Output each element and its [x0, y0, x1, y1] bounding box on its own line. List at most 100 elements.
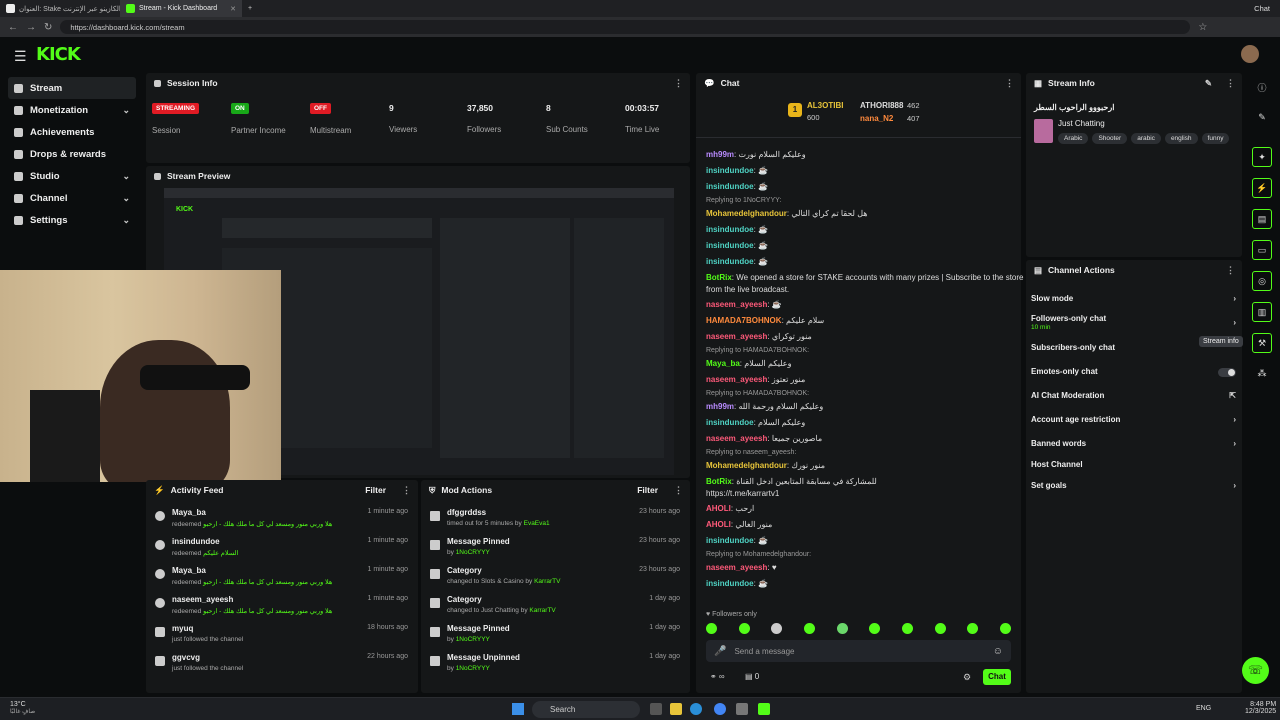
- gift-icon[interactable]: ⚭ ∞: [710, 672, 725, 681]
- toggle-switch[interactable]: [1218, 368, 1236, 377]
- action-banned-words[interactable]: Banned words ›: [1031, 439, 1236, 448]
- tag[interactable]: english: [1164, 133, 1198, 144]
- chat-username[interactable]: insindundoe: [706, 182, 754, 191]
- layout-icon[interactable]: ▥: [1252, 302, 1272, 322]
- chat-message[interactable]: insindundoe: ☕: [706, 257, 768, 266]
- chat-message[interactable]: mh99m: وعليكم السلام نورت: [706, 150, 806, 159]
- chat-message[interactable]: AHOLI: منور الغالي: [706, 520, 772, 529]
- chat-username[interactable]: naseem_ayeesh: [706, 434, 767, 443]
- action-slow-mode[interactable]: Slow mode ›: [1031, 294, 1236, 303]
- forward-icon[interactable]: →: [26, 22, 36, 33]
- chat-message[interactable]: insindundoe: ☕: [706, 579, 768, 588]
- clock[interactable]: 8:48 PM 12/3/2025: [1245, 701, 1276, 715]
- chat-message[interactable]: insindundoe: ☕: [706, 241, 768, 250]
- calculator-icon[interactable]: [736, 703, 748, 715]
- emote-icon[interactable]: [771, 623, 783, 634]
- action-followers-only[interactable]: Followers-only chat 10 min ›: [1031, 314, 1236, 331]
- chat-message[interactable]: insindundoe: وعليكم السلام: [706, 418, 805, 427]
- more-icon[interactable]: ⋮: [402, 485, 411, 496]
- close-icon[interactable]: ✕: [230, 5, 236, 13]
- chat-username[interactable]: BotRix: [706, 477, 732, 486]
- emote-icon[interactable]: [934, 623, 946, 634]
- chat-message[interactable]: insindundoe: ☕: [706, 536, 768, 545]
- chat-username[interactable]: naseem_ayeesh: [706, 332, 767, 341]
- back-icon[interactable]: ←: [8, 22, 18, 33]
- emote-icon[interactable]: [738, 623, 750, 634]
- wrench-icon[interactable]: ⚒: [1252, 333, 1272, 353]
- emote-icon[interactable]: [901, 623, 913, 634]
- chat-username[interactable]: insindundoe: [706, 257, 754, 266]
- chat-settings-icon[interactable]: ⚙: [963, 672, 971, 683]
- chat-message[interactable]: insindundoe: ☕: [706, 166, 768, 175]
- info-icon[interactable]: ⓘ: [1252, 77, 1272, 97]
- sidebar-item-settings[interactable]: Settings ⌄: [8, 209, 136, 231]
- chat-message[interactable]: BotRix: للمشاركة في مسابقة المتابعين ادخ…: [706, 477, 877, 486]
- support-button[interactable]: ☏: [1242, 657, 1269, 684]
- chat-message[interactable]: HAMADA7BOHNOK: سلام عليكم: [706, 316, 824, 325]
- emote-icon[interactable]: [999, 623, 1011, 634]
- emote-icon[interactable]: [836, 623, 848, 634]
- edit-icon[interactable]: ✎: [1205, 78, 1212, 89]
- kick-app-icon[interactable]: [758, 703, 770, 715]
- action-emotes-only[interactable]: Emotes-only chat: [1031, 367, 1236, 377]
- file-explorer-icon[interactable]: [670, 703, 682, 715]
- emote-icon[interactable]: [967, 623, 979, 634]
- chat-username[interactable]: mh99m: [706, 402, 734, 411]
- action-host-channel[interactable]: Host Channel: [1031, 460, 1236, 469]
- action-ai-moderation[interactable]: AI Chat Moderation ⇱: [1031, 391, 1236, 400]
- chat-message[interactable]: Mohamedelghandour: منور نورك: [706, 461, 825, 470]
- chat-username[interactable]: AHOLI: [706, 504, 731, 513]
- browser-tab-active[interactable]: Stream - Kick Dashboard ✕: [120, 0, 242, 17]
- avatar[interactable]: [1241, 45, 1259, 63]
- sidebar-item-stream[interactable]: Stream: [8, 77, 136, 99]
- emote-icon[interactable]: [803, 623, 815, 634]
- edge-icon[interactable]: [690, 703, 702, 715]
- chat-username[interactable]: mh99m: [706, 150, 734, 159]
- chat-message[interactable]: naseem_ayeesh: ♥: [706, 563, 777, 572]
- chat-message[interactable]: mh99m: وعليكم السلام ورحمة الله: [706, 402, 823, 411]
- chat-username[interactable]: insindundoe: [706, 536, 754, 545]
- chat-message[interactable]: insindundoe: ☕: [706, 225, 768, 234]
- chat-icon[interactable]: ▭: [1252, 240, 1272, 260]
- menu-icon[interactable]: ☰: [14, 48, 27, 65]
- chat-message[interactable]: naseem_ayeesh: منور توكراي: [706, 332, 812, 341]
- chat-username[interactable]: Maya_ba: [706, 359, 740, 368]
- windows-start-icon[interactable]: [512, 703, 524, 715]
- sidebar-item-monetization[interactable]: Monetization ⌄: [8, 99, 136, 121]
- chat-username[interactable]: HAMADA7BOHNOK: [706, 316, 782, 325]
- chat-message[interactable]: Maya_ba: وعليكم السلام: [706, 359, 791, 368]
- task-view-icon[interactable]: [650, 703, 662, 715]
- doc-icon[interactable]: ▤: [1252, 209, 1272, 229]
- edit-icon[interactable]: ✎: [1252, 107, 1272, 127]
- url-input[interactable]: https://dashboard.kick.com/stream: [60, 20, 1191, 34]
- more-icon[interactable]: ⋮: [674, 78, 683, 89]
- chrome-icon[interactable]: [714, 703, 726, 715]
- action-account-age[interactable]: Account age restriction ›: [1031, 415, 1236, 424]
- category-name[interactable]: Just Chatting: [1058, 119, 1105, 128]
- filter-button[interactable]: Filter: [637, 485, 658, 495]
- action-set-goals[interactable]: Set goals ›: [1031, 481, 1236, 490]
- chat-username[interactable]: insindundoe: [706, 225, 754, 234]
- emote-icon[interactable]: [706, 623, 717, 634]
- kick-logo[interactable]: KICK: [36, 44, 81, 65]
- more-icon[interactable]: ⋮: [674, 485, 683, 496]
- mic-icon[interactable]: 🎤: [714, 646, 726, 657]
- new-tab-button[interactable]: +: [242, 0, 262, 17]
- chat-message[interactable]: naseem_ayeesh: ماصورين جميعا: [706, 434, 822, 443]
- shortcut-icon[interactable]: ✦: [1252, 147, 1272, 167]
- sidebar-item-achievements[interactable]: Achievements: [8, 121, 136, 143]
- tag[interactable]: Arabic: [1058, 133, 1089, 144]
- tag[interactable]: arabic: [1131, 133, 1161, 144]
- chat-username[interactable]: naseem_ayeesh: [706, 300, 767, 309]
- chat-username[interactable]: naseem_ayeesh: [706, 375, 767, 384]
- sidebar-item-studio[interactable]: Studio ⌄: [8, 165, 136, 187]
- chat-username[interactable]: AHOLI: [706, 520, 731, 529]
- browser-tab[interactable]: العنوان: Stake الكازينو عبر الإنترنت✕: [0, 0, 120, 17]
- chat-username[interactable]: naseem_ayeesh: [706, 563, 767, 572]
- profile-chat-label[interactable]: Chat: [1254, 4, 1270, 13]
- chat-username[interactable]: insindundoe: [706, 241, 754, 250]
- tag[interactable]: Shooter: [1092, 133, 1128, 144]
- tag[interactable]: funny: [1201, 133, 1230, 144]
- bolt-icon[interactable]: ⚡: [1252, 178, 1272, 198]
- more-icon[interactable]: ⋮: [1226, 78, 1235, 89]
